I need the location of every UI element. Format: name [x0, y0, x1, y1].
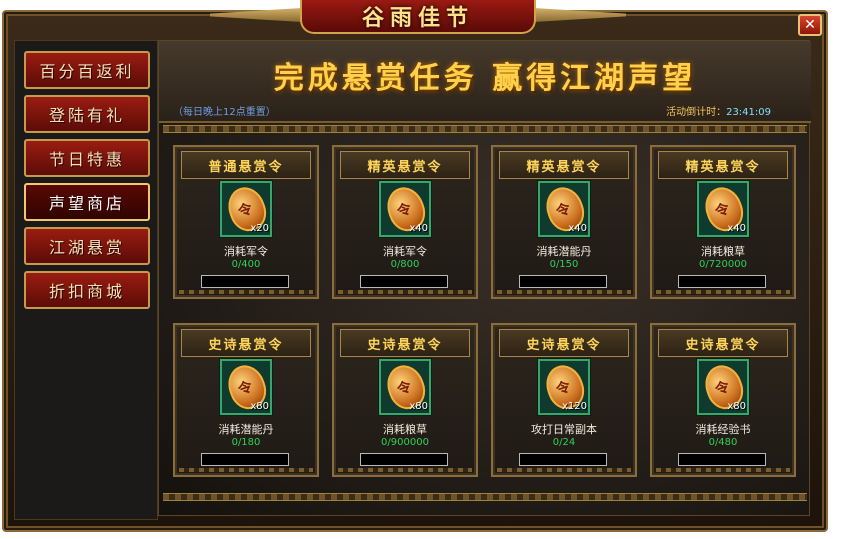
- card-footer-ornament: [656, 290, 790, 294]
- requirement-progress: 0/24: [552, 437, 576, 448]
- card-title: 精英悬赏令: [340, 151, 470, 179]
- card-footer-ornament: [338, 468, 472, 472]
- bounty-token-icon[interactable]: x80: [220, 359, 272, 415]
- bounty-token-icon[interactable]: x120: [538, 359, 590, 415]
- countdown-value: 23:41:09: [726, 107, 771, 118]
- bounty-token-icon[interactable]: x20: [220, 181, 272, 237]
- sidebar-item-discount-mall[interactable]: 折扣商城: [24, 271, 150, 309]
- bounty-card: 史诗悬赏令 x80 消耗经验书 0/480: [650, 323, 796, 477]
- requirement-label: 消耗潜能丹: [218, 423, 274, 436]
- submit-slot[interactable]: [678, 275, 766, 288]
- submit-slot[interactable]: [519, 453, 607, 466]
- requirement-label: 消耗军令: [224, 245, 268, 258]
- bounty-token-icon[interactable]: x80: [697, 359, 749, 415]
- item-count: x40: [727, 223, 746, 234]
- requirement-label: 消耗粮草: [383, 423, 427, 436]
- card-footer-ornament: [656, 468, 790, 472]
- item-count: x80: [250, 401, 269, 412]
- sidebar: 百分百返利 登陆有礼 节日特惠 声望商店 江湖悬赏 折扣商城: [14, 40, 158, 520]
- bounty-card: 精英悬赏令 x40 消耗粮草 0/720000: [650, 145, 796, 299]
- card-title: 普通悬赏令: [181, 151, 311, 179]
- requirement-progress: 0/800: [390, 259, 420, 270]
- item-count: x20: [250, 223, 269, 234]
- submit-slot[interactable]: [201, 453, 289, 466]
- sidebar-item-bounty[interactable]: 江湖悬赏: [24, 227, 150, 265]
- countdown-label: 活动倒计时：: [666, 107, 727, 118]
- requirement-label: 消耗潜能丹: [536, 245, 592, 258]
- item-count: x40: [409, 223, 428, 234]
- item-count: x40: [568, 223, 587, 234]
- requirement-progress: 0/900000: [381, 437, 429, 448]
- card-title: 史诗悬赏令: [340, 329, 470, 357]
- item-count: x80: [727, 401, 746, 412]
- requirement-progress: 0/720000: [699, 259, 747, 270]
- card-title: 史诗悬赏令: [499, 329, 629, 357]
- card-footer-ornament: [179, 468, 313, 472]
- card-footer-ornament: [179, 290, 313, 294]
- card-title: 精英悬赏令: [658, 151, 788, 179]
- sidebar-item-rebate[interactable]: 百分百返利: [24, 51, 150, 89]
- requirement-progress: 0/150: [549, 259, 579, 270]
- submit-slot[interactable]: [201, 275, 289, 288]
- countdown: 活动倒计时：23:41:09: [666, 103, 771, 118]
- main-panel: 完成悬赏任务 赢得江湖声望 （每日晚上12点重置） 活动倒计时：23:41:09…: [158, 40, 811, 516]
- requirement-progress: 0/480: [708, 437, 738, 448]
- card-footer-ornament: [338, 290, 472, 294]
- bounty-card: 精英悬赏令 x40 消耗军令 0/800: [332, 145, 478, 299]
- submit-slot[interactable]: [519, 275, 607, 288]
- card-footer-ornament: [497, 290, 631, 294]
- item-count: x120: [561, 401, 587, 412]
- submit-slot[interactable]: [360, 453, 448, 466]
- bounty-card: 普通悬赏令 x20 消耗军令 0/400: [173, 145, 319, 299]
- divider-top: [163, 125, 807, 133]
- bounty-card: 史诗悬赏令 x80 消耗粮草 0/900000: [332, 323, 478, 477]
- requirement-progress: 0/400: [231, 259, 261, 270]
- bounty-token-icon[interactable]: x40: [379, 181, 431, 237]
- requirement-label: 消耗军令: [383, 245, 427, 258]
- requirement-progress: 0/180: [231, 437, 261, 448]
- sidebar-item-holiday-deals[interactable]: 节日特惠: [24, 139, 150, 177]
- requirement-label: 攻打日常副本: [531, 423, 597, 436]
- bounty-card: 史诗悬赏令 x80 消耗潜能丹 0/180: [173, 323, 319, 477]
- bounty-card: 史诗悬赏令 x120 攻打日常副本 0/24: [491, 323, 637, 477]
- sidebar-item-prestige-shop[interactable]: 声望商店: [24, 183, 150, 221]
- bounty-token-icon[interactable]: x80: [379, 359, 431, 415]
- banner-title: 完成悬赏任务 赢得江湖声望: [273, 61, 697, 96]
- submit-slot[interactable]: [678, 453, 766, 466]
- requirement-label: 消耗粮草: [701, 245, 745, 258]
- card-title: 史诗悬赏令: [658, 329, 788, 357]
- submit-slot[interactable]: [360, 275, 448, 288]
- bounty-token-icon[interactable]: x40: [697, 181, 749, 237]
- card-title: 精英悬赏令: [499, 151, 629, 179]
- item-count: x80: [409, 401, 428, 412]
- banner: 完成悬赏任务 赢得江湖声望 （每日晚上12点重置） 活动倒计时：23:41:09: [159, 41, 811, 123]
- bounty-card: 精英悬赏令 x40 消耗潜能丹 0/150: [491, 145, 637, 299]
- window-title: 谷雨佳节: [300, 0, 536, 34]
- sidebar-item-login-gift[interactable]: 登陆有礼: [24, 95, 150, 133]
- reset-note: （每日晚上12点重置）: [173, 107, 276, 118]
- close-button[interactable]: ✕: [798, 14, 822, 36]
- bounty-token-icon[interactable]: x40: [538, 181, 590, 237]
- card-title: 史诗悬赏令: [181, 329, 311, 357]
- divider-bottom: [163, 493, 807, 501]
- requirement-label: 消耗经验书: [695, 423, 751, 436]
- card-footer-ornament: [497, 468, 631, 472]
